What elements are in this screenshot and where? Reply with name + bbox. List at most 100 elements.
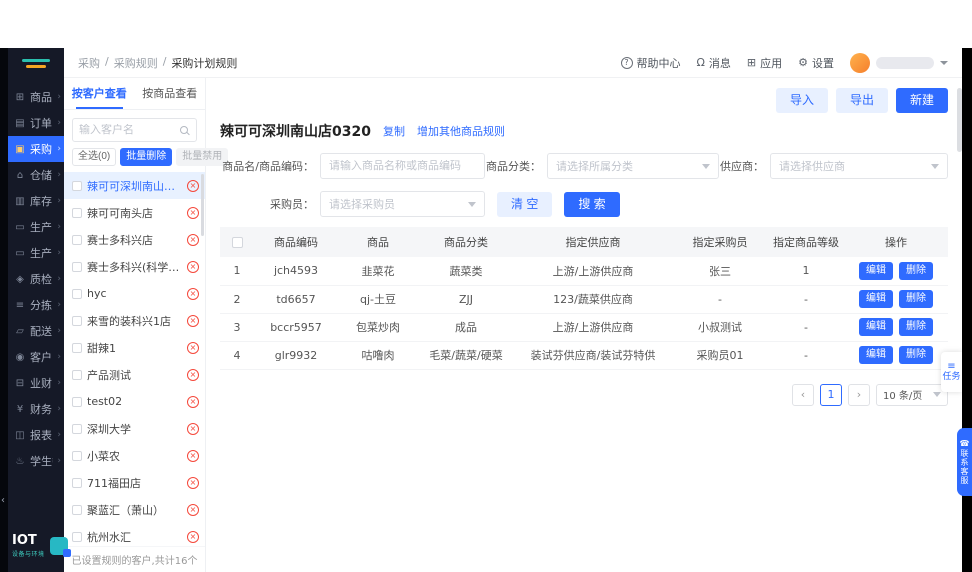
customer-checkbox[interactable]: [72, 477, 82, 488]
batch-delete-button[interactable]: 批量删除: [120, 148, 173, 166]
sidebar-item-业财[interactable]: ⊟ 业财 ›: [8, 370, 64, 396]
customer-checkbox[interactable]: [72, 315, 82, 326]
delete-customer-icon[interactable]: ×: [187, 368, 199, 381]
header-action-帮助中心[interactable]: ? 帮助中心: [620, 55, 681, 71]
delete-button[interactable]: 删除: [899, 346, 933, 364]
delete-customer-icon[interactable]: ×: [187, 179, 199, 192]
sidebar-item-订单[interactable]: ▤ 订单 ›: [8, 110, 64, 136]
collapse-sidebar-icon[interactable]: ‹: [1, 495, 5, 506]
customer-item[interactable]: 聚蓝汇（萧山） ×: [64, 496, 205, 523]
delete-customer-icon[interactable]: ×: [187, 476, 199, 489]
sidebar-item-配送[interactable]: ▱ 配送 ›: [8, 318, 64, 344]
tab-view-by-customer[interactable]: 按客户查看: [64, 78, 135, 109]
category-select[interactable]: 请选择所属分类: [547, 153, 719, 179]
customer-checkbox[interactable]: [72, 180, 82, 191]
sidebar-item-商品[interactable]: ⊞ 商品 ›: [8, 84, 64, 110]
customer-checkbox[interactable]: [72, 207, 82, 218]
sidebar-item-学生餐[interactable]: ♨ 学生餐 ›: [8, 448, 64, 474]
customer-item[interactable]: 杭州水汇 ×: [64, 523, 205, 546]
supplier-select[interactable]: 请选择供应商: [770, 153, 948, 179]
delete-customer-icon[interactable]: ×: [187, 395, 199, 408]
breadcrumb-item[interactable]: 采购规则: [114, 55, 158, 71]
user-menu[interactable]: [850, 52, 948, 73]
edit-button[interactable]: 编辑: [859, 290, 893, 308]
customer-checkbox[interactable]: [72, 504, 82, 515]
delete-customer-icon[interactable]: ×: [187, 503, 199, 516]
pagination-page-1[interactable]: 1: [820, 383, 842, 406]
header-action-设置[interactable]: ⚙ 设置: [798, 55, 834, 71]
customer-checkbox[interactable]: [72, 423, 82, 434]
delete-button[interactable]: 删除: [899, 261, 933, 280]
clear-button[interactable]: 清 空: [497, 191, 553, 217]
buyer-select[interactable]: 请选择采购员: [320, 191, 485, 217]
select-all-checkbox[interactable]: [231, 237, 243, 248]
delete-customer-icon[interactable]: ×: [187, 314, 199, 327]
task-fab-button[interactable]: ≡ 任务: [941, 352, 962, 392]
delete-customer-icon[interactable]: ×: [187, 449, 199, 462]
import-button[interactable]: 导入: [775, 88, 828, 113]
add-rule-link[interactable]: 增加其他商品规则: [417, 123, 505, 139]
sidebar-item-分拣[interactable]: ≡ 分拣 ›: [8, 292, 64, 318]
name-filter-input[interactable]: [329, 160, 476, 172]
delete-customer-icon[interactable]: ×: [187, 422, 199, 435]
breadcrumb-item[interactable]: 采购计划规则: [171, 55, 237, 71]
customer-item[interactable]: 小菜农 ×: [64, 442, 205, 469]
contact-service-button[interactable]: ☎ 联系客服: [957, 428, 972, 496]
sidebar-item-报表[interactable]: ◫ 报表 ›: [8, 422, 64, 448]
customer-checkbox[interactable]: [72, 369, 82, 380]
customer-checkbox[interactable]: [72, 288, 82, 299]
customer-item[interactable]: 深圳大学 ×: [64, 415, 205, 442]
customer-item[interactable]: 711福田店 ×: [64, 469, 205, 496]
delete-customer-icon[interactable]: ×: [187, 260, 199, 273]
delete-customer-icon[interactable]: ×: [187, 233, 199, 246]
copy-link[interactable]: 复制: [383, 123, 405, 139]
edit-button[interactable]: 编辑: [859, 318, 893, 336]
tab-view-by-product[interactable]: 按商品查看: [135, 78, 206, 109]
delete-customer-icon[interactable]: ×: [187, 206, 199, 219]
create-button[interactable]: 新建: [895, 88, 948, 113]
customer-item[interactable]: test02 ×: [64, 388, 205, 415]
delete-customer-icon[interactable]: ×: [187, 341, 199, 354]
customer-checkbox[interactable]: [72, 261, 82, 272]
customer-search-input[interactable]: [79, 124, 180, 136]
export-button[interactable]: 导出: [835, 88, 888, 113]
sidebar-item-采购[interactable]: ▣ 采购 ›: [8, 136, 64, 162]
sidebar-item-生产[interactable]: ▭ 生产 ›: [8, 214, 64, 240]
customer-item[interactable]: 赛士多科兴(科学园2号1120 ×: [64, 253, 205, 280]
customer-item[interactable]: 辣可可南头店 ×: [64, 199, 205, 226]
customer-item[interactable]: 产品测试 ×: [64, 361, 205, 388]
delete-customer-icon[interactable]: ×: [187, 530, 199, 543]
delete-button[interactable]: 删除: [899, 318, 933, 336]
sidebar-item-生产[interactable]: ▭ 生产 ›: [8, 240, 64, 266]
sidebar-item-仓储[interactable]: ⌂ 仓储 ›: [8, 162, 64, 188]
header-action-应用[interactable]: ⊞ 应用: [747, 55, 782, 71]
customer-item[interactable]: 来雪的装科兴1店 ×: [64, 307, 205, 334]
sidebar-item-库存[interactable]: ▥ 库存 ›: [8, 188, 64, 214]
customer-item[interactable]: 赛士多科兴店 ×: [64, 226, 205, 253]
search-button[interactable]: 搜 索: [564, 191, 620, 217]
customer-checkbox[interactable]: [72, 342, 82, 353]
page-size-select[interactable]: 10 条/页: [876, 383, 948, 406]
customer-checkbox[interactable]: [72, 531, 82, 542]
edit-button[interactable]: 编辑: [859, 261, 893, 280]
pagination-prev[interactable]: ‹: [792, 383, 814, 406]
customer-item[interactable]: 甜辣1 ×: [64, 334, 205, 361]
customer-checkbox[interactable]: [72, 450, 82, 461]
sidebar-item-质检[interactable]: ◈ 质检 ›: [8, 266, 64, 292]
customer-item[interactable]: 辣可可深圳南山店0320 ×: [64, 172, 205, 199]
chevron-right-icon: ›: [57, 378, 61, 388]
customer-item[interactable]: hyc ×: [64, 280, 205, 307]
pagination-next[interactable]: ›: [848, 383, 870, 406]
customer-checkbox[interactable]: [72, 396, 82, 407]
delete-customer-icon[interactable]: ×: [187, 287, 199, 300]
edit-button[interactable]: 编辑: [859, 346, 893, 364]
breadcrumb-item[interactable]: 采购: [78, 55, 100, 71]
header-action-消息[interactable]: Ω 消息: [697, 55, 731, 71]
select-all-button[interactable]: 全选(0): [72, 148, 117, 166]
customer-list-scrollbar[interactable]: [201, 174, 204, 236]
sidebar-item-财务[interactable]: ¥ 财务 ›: [8, 396, 64, 422]
sidebar-item-客户[interactable]: ◉ 客户 ›: [8, 344, 64, 370]
avatar[interactable]: [850, 52, 870, 73]
delete-button[interactable]: 删除: [899, 290, 933, 308]
customer-checkbox[interactable]: [72, 234, 82, 245]
